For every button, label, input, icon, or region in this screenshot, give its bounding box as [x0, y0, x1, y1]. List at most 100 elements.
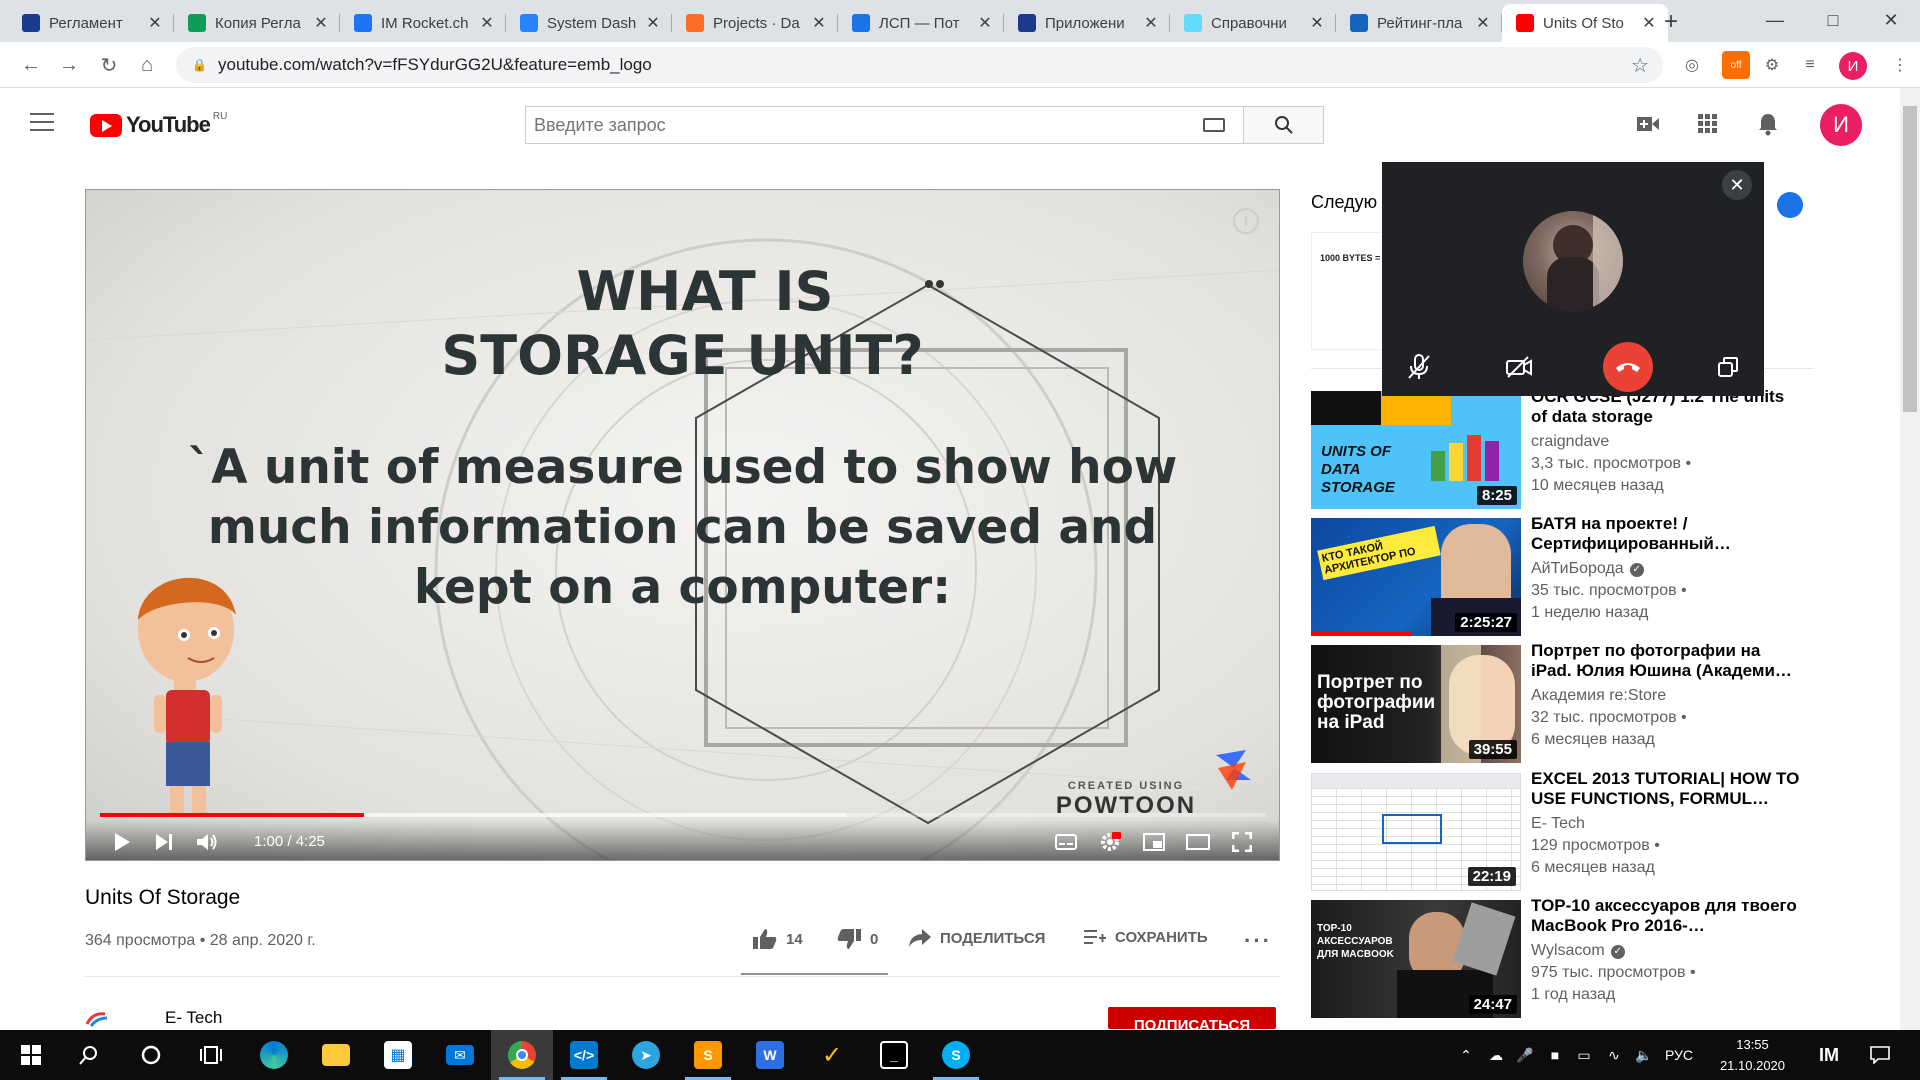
dislike-button[interactable]: 0 [836, 928, 878, 950]
skype-icon[interactable]: S [925, 1030, 987, 1080]
close-tab-icon[interactable]: ✕ [810, 13, 828, 33]
close-tab-icon[interactable]: ✕ [1308, 13, 1326, 33]
next-video-icon[interactable] [148, 826, 180, 858]
address-bar[interactable]: 🔒 youtube.com/watch?v=fFSYdurGG2U&featur… [176, 47, 1663, 83]
apps-grid-icon[interactable] [1694, 110, 1722, 138]
recommendation-item[interactable]: КТО ТАКОЙ АРХИТЕКТОР ПО 2:25:27 БАТЯ на … [1311, 514, 1811, 636]
popout-icon[interactable] [1703, 342, 1753, 392]
recommendation-item[interactable]: ТОР-10 АКСЕССУАРОВ ДЛЯ MACBOOK 24:47 TOP… [1311, 896, 1811, 1018]
recommendation-channel[interactable]: craigndave [1531, 431, 1801, 453]
maximize-button[interactable]: □ [1804, 0, 1862, 40]
camera-off-icon[interactable] [1494, 342, 1544, 392]
notifications-bell-icon[interactable] [1754, 110, 1782, 138]
reading-list-icon[interactable]: ≡ [1796, 51, 1824, 79]
forward-button[interactable]: → [54, 50, 84, 80]
browser-tab[interactable]: Приложени ✕ [1004, 4, 1170, 42]
store-icon[interactable]: ▦ [367, 1030, 429, 1080]
close-tab-icon[interactable]: ✕ [976, 13, 994, 33]
video-thumbnail[interactable]: 22:19 [1311, 773, 1521, 891]
browser-tab[interactable]: Projects · Da ✕ [672, 4, 838, 42]
video-thumbnail[interactable]: Портрет по фотографии на iPad 39:55 [1311, 645, 1521, 763]
recommendation-channel[interactable]: АйТиБорода ✓ [1531, 558, 1801, 580]
minimize-button[interactable]: — [1746, 0, 1804, 40]
subscribe-button[interactable]: ПОДПИСАТЬСЯ [1108, 1007, 1276, 1029]
browser-tab[interactable]: Units Of Sto ✕ [1502, 4, 1668, 42]
close-tab-icon[interactable]: ✕ [1142, 13, 1160, 33]
channel-avatar[interactable] [85, 1010, 113, 1028]
notifications-center-icon[interactable] [1862, 1030, 1898, 1080]
system-clock[interactable]: 13:55 21.10.2020 [1700, 1034, 1805, 1076]
fullscreen-icon[interactable] [1226, 826, 1258, 858]
browser-tab[interactable]: IM Rocket.ch ✕ [340, 4, 506, 42]
close-tab-icon[interactable]: ✕ [146, 13, 164, 33]
recommendation-channel[interactable]: Академия re:Store [1531, 685, 1801, 707]
account-avatar[interactable]: И [1820, 104, 1862, 146]
menu-icon[interactable] [30, 113, 54, 131]
youtube-logo[interactable]: YouTube RU [90, 111, 227, 138]
show-hidden-icons[interactable]: ⌃ [1454, 1030, 1478, 1080]
miniplayer-icon[interactable] [1138, 826, 1170, 858]
scrollbar-thumb[interactable] [1903, 106, 1917, 412]
autoplay-toggle[interactable] [1777, 192, 1803, 218]
recommendation-title[interactable]: БАТЯ на проекте! / Сертифицированный… [1531, 514, 1801, 554]
share-button[interactable]: ПОДЕЛИТЬСЯ [908, 928, 1045, 948]
im-app-tray-icon[interactable]: IM [1812, 1030, 1846, 1080]
browser-tab[interactable]: Копия Регла ✕ [174, 4, 340, 42]
video-thumbnail[interactable]: UNITS OF DATA STORAGE 8:25 [1311, 391, 1521, 509]
bookmark-star-icon[interactable]: ☆ [1631, 53, 1649, 78]
recommendation-title[interactable]: EXCEL 2013 TUTORIAL| HOW TO USE FUNCTION… [1531, 769, 1801, 809]
like-button[interactable]: 14 [752, 928, 803, 950]
more-actions-icon[interactable]: ··· [1244, 928, 1272, 954]
recommendation-item[interactable]: Портрет по фотографии на iPad 39:55 Порт… [1311, 641, 1811, 763]
play-icon[interactable] [106, 826, 138, 858]
security-tray-icon[interactable]: ■ [1542, 1030, 1568, 1080]
subtitles-icon[interactable] [1050, 826, 1082, 858]
speaker-icon[interactable]: 🔈 [1630, 1030, 1658, 1080]
chrome-icon[interactable] [491, 1030, 553, 1080]
new-tab-button[interactable]: + [1657, 8, 1685, 36]
recommendation-title[interactable]: TOP-10 аксессуаров для твоего MacBook Pr… [1531, 896, 1801, 936]
browser-tab[interactable]: ЛСП — Пот ✕ [838, 4, 1004, 42]
browser-tab[interactable]: System Dash ✕ [506, 4, 672, 42]
video-player[interactable]: WHAT IS STORAGE UNIT? `A unit of measure… [85, 189, 1280, 861]
cortana-icon[interactable] [120, 1030, 182, 1080]
extensions-puzzle-icon[interactable]: ⚙ [1758, 51, 1786, 79]
hang-up-icon[interactable] [1603, 342, 1653, 392]
settings-gear-icon[interactable] [1094, 826, 1126, 858]
close-tab-icon[interactable]: ✕ [1640, 13, 1658, 33]
close-tab-icon[interactable]: ✕ [1474, 13, 1492, 33]
recommendation-item[interactable]: 22:19 EXCEL 2013 TUTORIAL| HOW TO USE FU… [1311, 769, 1811, 891]
language-indicator[interactable]: РУС [1662, 1030, 1696, 1080]
close-tab-icon[interactable]: ✕ [478, 13, 496, 33]
mic-tray-icon[interactable]: 🎤 [1512, 1030, 1538, 1080]
telegram-icon[interactable]: ➤ [615, 1030, 677, 1080]
video-thumbnail[interactable]: КТО ТАКОЙ АРХИТЕКТОР ПО 2:25:27 [1311, 518, 1521, 636]
vscode-icon[interactable]: </> [553, 1030, 615, 1080]
save-button[interactable]: СОХРАНИТЬ [1083, 928, 1208, 946]
browser-tab[interactable]: Регламент ✕ [8, 4, 174, 42]
taskview-icon[interactable] [180, 1030, 242, 1080]
keyboard-icon[interactable] [1203, 118, 1225, 132]
channel-name[interactable]: E- Tech [165, 1008, 222, 1028]
video-thumbnail[interactable]: ТОР-10 АКСЕССУАРОВ ДЛЯ MACBOOK 24:47 [1311, 900, 1521, 1018]
search-icon[interactable] [58, 1030, 120, 1080]
volume-icon[interactable] [192, 826, 224, 858]
browser-profile-avatar[interactable]: И [1839, 52, 1867, 80]
mic-off-icon[interactable] [1394, 342, 1444, 392]
todo-icon[interactable]: ✓ [801, 1030, 863, 1080]
recommendation-title[interactable]: Портрет по фотографии на iPad. Юлия Юшин… [1531, 641, 1801, 681]
close-tab-icon[interactable]: ✕ [644, 13, 662, 33]
video-progress-bar[interactable] [100, 813, 1266, 817]
browser-menu-icon[interactable]: ⋮ [1886, 51, 1914, 79]
create-video-icon[interactable] [1634, 110, 1662, 138]
theater-mode-icon[interactable] [1182, 826, 1214, 858]
edge-icon[interactable] [243, 1030, 305, 1080]
reload-button[interactable]: ↻ [94, 50, 124, 80]
explorer-icon[interactable] [305, 1030, 367, 1080]
home-button[interactable]: ⌂ [132, 50, 162, 80]
back-button[interactable]: ← [16, 50, 46, 80]
browser-tab[interactable]: Рейтинг-пла ✕ [1336, 4, 1502, 42]
search-input[interactable] [526, 107, 1203, 143]
close-icon[interactable]: ✕ [1722, 170, 1752, 200]
search-button[interactable] [1244, 106, 1324, 144]
